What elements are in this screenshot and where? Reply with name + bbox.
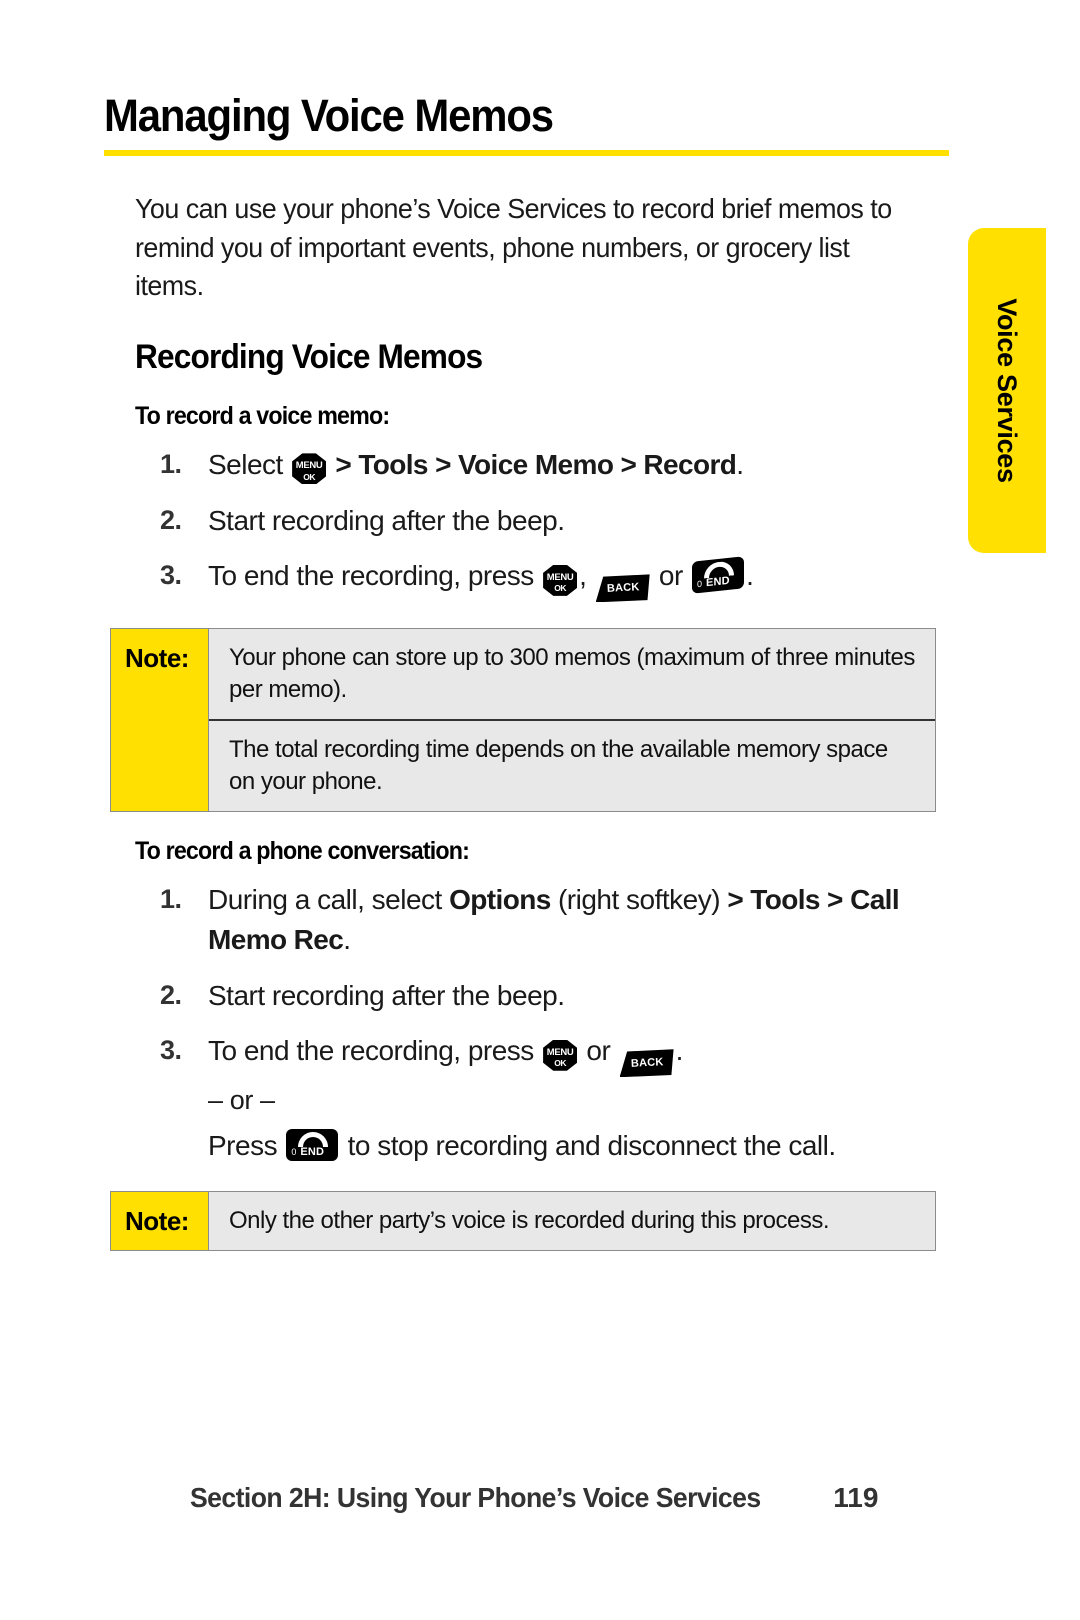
end-key-label: END xyxy=(300,1145,325,1158)
step-prefix: To end the recording, press xyxy=(208,560,542,592)
note-body: Your phone can store up to 300 memos (ma… xyxy=(209,629,935,811)
step-mid-2: or xyxy=(651,560,691,592)
step-number: 1. xyxy=(160,448,182,479)
step-prefix: Select xyxy=(208,448,291,480)
back-key-label: BACK xyxy=(606,581,640,596)
manual-page: Voice Services Managing Voice Memos You … xyxy=(0,0,1080,1620)
end-key-icon: 0 END xyxy=(692,556,745,595)
step-suffix: . xyxy=(343,923,351,955)
step-mid-1: (right softkey) xyxy=(550,884,728,915)
side-tab-label: Voice Services xyxy=(992,298,1023,483)
step-number: 2. xyxy=(160,979,182,1010)
page-footer: Section 2H: Using Your Phone’s Voice Ser… xyxy=(104,1482,949,1514)
end-key-prefix: 0 xyxy=(697,579,702,590)
menu-ok-key-icon: MENU OK xyxy=(543,564,578,596)
step-text: Start recording after the beep. xyxy=(208,504,565,536)
step-suffix: . xyxy=(736,448,744,480)
step-item: 1. Select MENU OK > Tools > Voice Memo > … xyxy=(160,445,949,485)
subheading-to-record-a-phone-conversation: To record a phone conversation: xyxy=(135,837,470,865)
step-text: To end the recording, press MENU OK, BACK… xyxy=(208,556,754,603)
step-number: 2. xyxy=(160,504,182,535)
alt-prefix: Press xyxy=(208,1129,285,1161)
steps-record-phone-conversation: 1. During a call, select Options (right … xyxy=(104,880,949,1165)
step-item: 3. To end the recording, press MENU OK, B… xyxy=(160,556,949,603)
menu-ok-key-line2: OK xyxy=(303,471,315,482)
menu-ok-key-line2: OK xyxy=(554,583,566,594)
subheading-to-record-a-voice-memo: To record a voice memo: xyxy=(135,401,390,430)
step-bold-tools-path: > Tools > xyxy=(727,884,843,915)
step-bold-options: Options xyxy=(449,884,551,915)
step-item: 2. Start recording after the beep. xyxy=(160,501,949,541)
step-prefix: To end the recording, press xyxy=(208,1035,542,1067)
note-paragraph: Only the other party’s voice is recorded… xyxy=(229,1206,830,1234)
back-key-icon: BACK xyxy=(619,1049,674,1078)
step-item: 1. During a call, select Options (right … xyxy=(160,880,949,960)
menu-ok-key-line1: MENU xyxy=(546,571,574,583)
alt-suffix: to stop recording and disconnect the cal… xyxy=(340,1129,837,1161)
end-key-icon: 0 END xyxy=(286,1128,339,1161)
step-number: 3. xyxy=(160,560,182,591)
step-item: 2. Start recording after the beep. xyxy=(160,976,949,1016)
note-paragraph: The total recording time depends on the … xyxy=(209,719,935,811)
step-number: 1. xyxy=(160,884,182,914)
alternative-instruction: Press 0 END to stop recording and disconn… xyxy=(208,1126,949,1165)
footer-page-number: 119 xyxy=(833,1482,879,1513)
step-suffix: . xyxy=(746,560,754,592)
note-label: Note: xyxy=(111,1191,209,1250)
menu-ok-key-line2: OK xyxy=(554,1058,566,1069)
note-box: Note: Only the other party’s voice is re… xyxy=(110,1190,936,1251)
step-text: Start recording after the beep. xyxy=(208,979,565,1011)
menu-ok-key-icon: MENU OK xyxy=(292,453,327,485)
note-label: Note: xyxy=(111,629,209,811)
alternative-separator: – or – xyxy=(208,1085,275,1116)
end-key-arc xyxy=(298,1131,329,1147)
step-bold-path: > Tools > Voice Memo > Record xyxy=(335,448,737,480)
menu-ok-key-line1: MENU xyxy=(295,460,323,472)
page-content: You can use your phone’s Voice Services … xyxy=(104,178,949,1251)
step-text: During a call, select Options (right sof… xyxy=(208,884,900,955)
menu-ok-key-line1: MENU xyxy=(546,1046,574,1058)
back-key-label: BACK xyxy=(630,1056,664,1071)
note-paragraph: Your phone can store up to 300 memos (ma… xyxy=(229,644,915,704)
intro-paragraph: You can use your phone’s Voice Services … xyxy=(135,193,892,302)
end-key-label: END xyxy=(706,575,730,590)
step-text: To end the recording, press MENU OK or BA… xyxy=(208,1035,684,1078)
heading-recording-voice-memos: Recording Voice Memos xyxy=(135,337,483,376)
end-key-prefix: 0 xyxy=(291,1146,296,1157)
step-mid-1: or xyxy=(579,1035,618,1067)
step-prefix: During a call, select xyxy=(208,884,450,915)
step-mid-1: , xyxy=(579,560,594,592)
steps-record-voice-memo: 1. Select MENU OK > Tools > Voice Memo > … xyxy=(104,445,949,603)
page-title: Managing Voice Memos xyxy=(104,90,554,141)
back-key-icon: BACK xyxy=(595,574,650,603)
step-number: 3. xyxy=(160,1035,182,1066)
step-item: 3. To end the recording, press MENU OK or… xyxy=(160,1031,949,1165)
step-text: Select MENU OK > Tools > Voice Memo > Rec… xyxy=(208,448,744,485)
footer-section-title: Section 2H: Using Your Phone’s Voice Ser… xyxy=(189,1482,761,1513)
step-suffix: . xyxy=(675,1035,684,1067)
page-header: Managing Voice Memos xyxy=(104,90,949,157)
note-box: Note: Your phone can store up to 300 mem… xyxy=(110,628,936,812)
note-body: Only the other party’s voice is recorded… xyxy=(209,1192,935,1250)
menu-ok-key-icon: MENU OK xyxy=(543,1039,578,1071)
side-tab-voice-services: Voice Services xyxy=(968,228,1046,553)
title-underline-rule xyxy=(104,150,949,157)
